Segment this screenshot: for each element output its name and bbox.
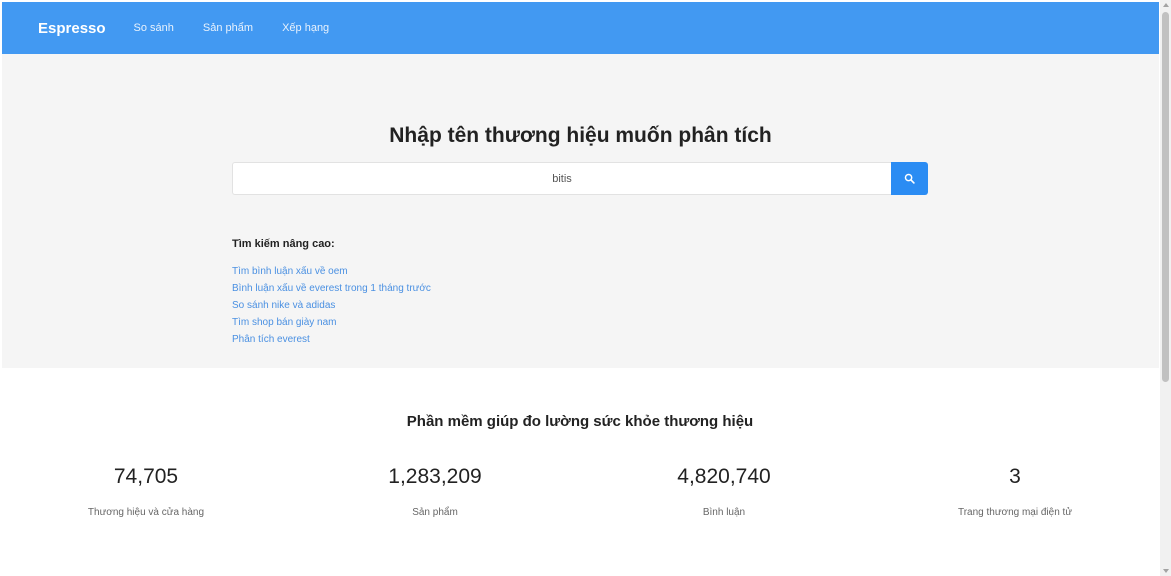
stat-comments: 4,820,740 Bình luận (594, 462, 854, 518)
stats-title: Phần mềm giúp đo lường sức khỏe thương h… (406, 413, 754, 430)
stat-value: 3 (1009, 465, 1021, 488)
advanced-search-title: Tìm kiếm nâng cao: (232, 238, 335, 250)
hero-section: Nhập tên thương hiệu muốn phân tích Tìm … (2, 54, 1159, 368)
nav-link-compare[interactable]: So sánh (134, 22, 174, 34)
advanced-search-link[interactable]: Phân tích everest (232, 331, 431, 348)
stat-ecommerce-sites: 3 Trang thương mại điện tử (885, 462, 1145, 518)
search-button[interactable] (891, 162, 928, 195)
page: Espresso So sánh Sản phẩm Xếp hạng Nhập … (0, 0, 1171, 576)
stat-label: Sản phẩm (412, 507, 458, 518)
advanced-search-link[interactable]: Tìm shop bán giày nam (232, 314, 431, 331)
stat-brands: 74,705 Thương hiệu và cửa hàng (16, 462, 276, 518)
stat-value: 1,283,209 (388, 465, 482, 488)
scroll-up-arrow-icon[interactable] (1163, 3, 1169, 7)
advanced-search-link[interactable]: Bình luận xấu về everest trong 1 tháng t… (232, 280, 431, 297)
search-icon (904, 173, 915, 184)
hero-title: Nhập tên thương hiệu muốn phân tích (389, 124, 772, 147)
stat-label: Trang thương mại điện tử (957, 507, 1073, 518)
scroll-thumb[interactable] (1162, 12, 1169, 382)
search-input[interactable] (232, 162, 891, 195)
scroll-down-arrow-icon[interactable] (1163, 569, 1169, 573)
stat-label: Thương hiệu và cửa hàng (87, 507, 205, 518)
nav-link-products[interactable]: Sản phẩm (203, 22, 253, 34)
stat-products: 1,283,209 Sản phẩm (305, 462, 565, 518)
stat-label: Bình luận (702, 507, 746, 518)
stat-value: 74,705 (113, 465, 179, 488)
advanced-search-link[interactable]: So sánh nike và adidas (232, 297, 431, 314)
brand-logo[interactable]: Espresso (38, 20, 106, 37)
advanced-search-list: Tìm bình luận xấu về oem Bình luận xấu v… (232, 263, 431, 348)
nav-link-ranking[interactable]: Xếp hạng (282, 22, 329, 34)
search-box (232, 162, 928, 195)
vertical-scrollbar[interactable] (1160, 0, 1171, 576)
advanced-search-link[interactable]: Tìm bình luận xấu về oem (232, 263, 431, 280)
navbar: Espresso So sánh Sản phẩm Xếp hạng (2, 2, 1159, 54)
stat-value: 4,820,740 (677, 465, 771, 488)
